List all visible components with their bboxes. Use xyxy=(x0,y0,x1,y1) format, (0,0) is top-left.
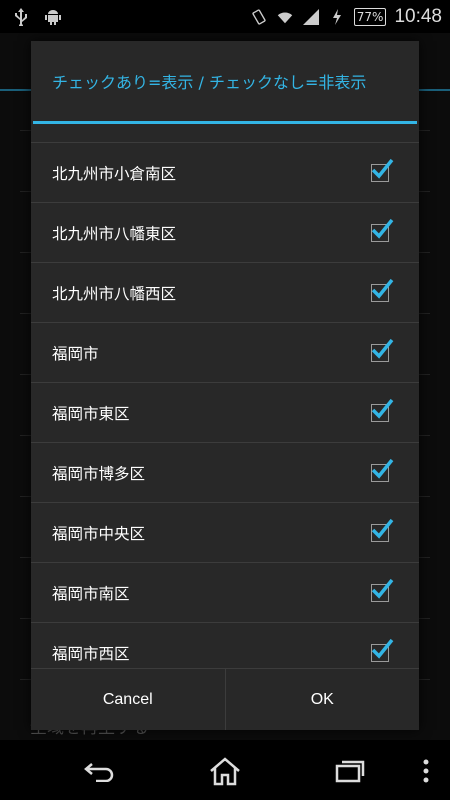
list-item-label: 北九州市八幡西区 xyxy=(52,284,177,303)
list-item-label: 福岡市中央区 xyxy=(52,524,146,543)
list-item[interactable]: 北九州市八幡東区 xyxy=(31,202,419,262)
visibility-dialog: チェックあり=表示 / チェックなし=非表示 北九州市小倉南区 北九州市八幡東区北… xyxy=(31,41,419,730)
list-item-label: 福岡市南区 xyxy=(52,584,130,603)
checkmark-icon xyxy=(371,518,394,539)
checkmark-icon xyxy=(371,578,394,599)
checkbox[interactable] xyxy=(371,398,394,422)
list-item[interactable]: 福岡市東区 xyxy=(31,382,419,442)
clock: 10:48 xyxy=(394,5,442,27)
list-item-label: 福岡市西区 xyxy=(52,644,130,663)
checkmark-icon xyxy=(371,278,394,299)
menu-icon[interactable] xyxy=(408,755,444,787)
recent-apps-icon[interactable] xyxy=(332,755,368,787)
vibrate-icon xyxy=(250,8,268,26)
checkbox[interactable] xyxy=(371,458,394,482)
checkmark-icon xyxy=(371,398,394,419)
dialog-button-bar: Cancel OK xyxy=(31,668,419,730)
list-item-label: 北九州市小倉南区 xyxy=(52,164,177,183)
list-item[interactable]: 福岡市 xyxy=(31,322,419,382)
navigation-bar xyxy=(0,740,450,800)
cancel-button[interactable]: Cancel xyxy=(31,669,225,730)
list-item-label: 北九州市八幡東区 xyxy=(52,224,177,243)
list-item[interactable]: 福岡市中央区 xyxy=(31,502,419,562)
checkbox[interactable] xyxy=(371,338,394,362)
list-item-label: 福岡市 xyxy=(52,344,99,363)
checkbox[interactable] xyxy=(371,518,394,542)
dialog-title: チェックあり=表示 / チェックなし=非表示 xyxy=(52,73,367,92)
checkbox[interactable] xyxy=(371,218,394,242)
checkbox[interactable] xyxy=(371,638,394,662)
list-item[interactable]: 北九州市八幡西区 xyxy=(31,262,419,322)
ok-button[interactable]: OK xyxy=(224,669,420,730)
checkmark-icon xyxy=(371,458,394,479)
wifi-icon xyxy=(276,8,294,26)
home-icon[interactable] xyxy=(207,755,243,787)
list-item-label: 福岡市博多区 xyxy=(52,464,146,483)
signal-icon xyxy=(302,8,320,26)
checkbox[interactable] xyxy=(371,278,394,302)
checkmark-icon xyxy=(371,638,394,659)
checkbox[interactable] xyxy=(371,578,394,602)
list-item-label: 福岡市東区 xyxy=(52,404,130,423)
checkmark-icon xyxy=(371,158,394,179)
list-item[interactable]: 北九州市小倉南区 xyxy=(31,142,419,202)
checkmark-icon xyxy=(371,218,394,239)
battery-level: 77% xyxy=(353,7,387,26)
list-item[interactable]: 福岡市博多区 xyxy=(31,442,419,502)
list-item[interactable]: 福岡市南区 xyxy=(31,562,419,622)
charging-icon xyxy=(328,8,346,26)
ward-list-content: 北九州市小倉南区 北九州市八幡東区 北九州市八幡西区 福岡市福岡市東区福岡市博多区 福岡… xyxy=(31,142,419,670)
checkbox[interactable] xyxy=(371,158,394,182)
back-icon[interactable] xyxy=(82,755,118,787)
ward-list[interactable]: 北九州市小倉南区 北九州市八幡東区 北九州市八幡西区 福岡市福岡市東区福岡市博多区 福岡… xyxy=(31,124,419,670)
usb-icon xyxy=(12,7,30,26)
android-icon xyxy=(44,8,62,26)
status-bar: 77% 10:48 xyxy=(0,0,450,33)
list-item[interactable]: 福岡市西区 xyxy=(31,622,419,670)
checkmark-icon xyxy=(371,338,394,359)
